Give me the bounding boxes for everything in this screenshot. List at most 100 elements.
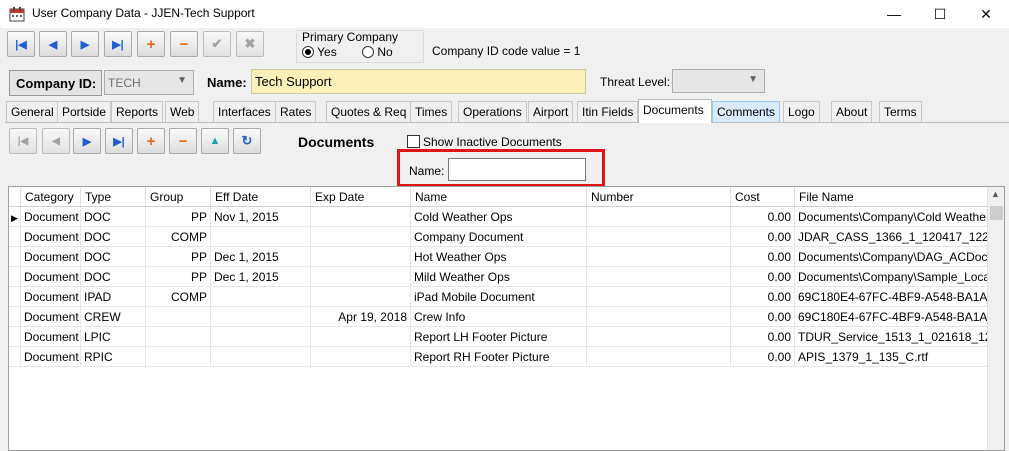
doc-edit-button[interactable]: ▲ — [201, 128, 229, 154]
cell-cost[interactable]: 0.00 — [731, 247, 795, 267]
cell-file-name[interactable]: Documents\Company\Sample_Loca — [795, 267, 989, 287]
cell-file-name[interactable]: 69C180E4-67FC-4BF9-A548-BA1A8F. — [795, 307, 989, 327]
table-row[interactable]: Document DOC COMP Company Document 0.00 JDAR_… — [9, 227, 989, 247]
primary-no-radio[interactable]: No — [362, 45, 393, 59]
cell-exp-date[interactable] — [311, 327, 411, 347]
col-header-file-name[interactable]: File Name — [795, 187, 989, 207]
cancel-record-button[interactable]: ✖ — [236, 31, 264, 57]
tab-itin-fields[interactable]: Itin Fields — [577, 101, 639, 122]
tab-web[interactable]: Web — [165, 101, 200, 122]
tab-times[interactable]: Times — [410, 101, 453, 122]
tab-documents[interactable]: Documents — [638, 99, 712, 123]
show-inactive-checkbox[interactable] — [407, 135, 420, 148]
cell-type[interactable]: DOC — [81, 267, 146, 287]
cell-category[interactable]: Document — [21, 227, 81, 247]
next-record-button[interactable]: ▶ — [71, 31, 99, 57]
cell-category[interactable]: Document — [21, 267, 81, 287]
maximize-button[interactable]: ☐ — [917, 0, 963, 28]
cell-name[interactable]: Mild Weather Ops — [411, 267, 587, 287]
cell-group[interactable] — [146, 307, 211, 327]
doc-first-button[interactable]: |◀ — [9, 128, 37, 154]
cell-type[interactable]: CREW — [81, 307, 146, 327]
col-header-cost[interactable]: Cost — [731, 187, 795, 207]
table-row[interactable]: Document DOC PP Dec 1, 2015 Mild Weather Ops… — [9, 267, 989, 287]
cell-eff-date[interactable] — [211, 327, 311, 347]
cell-eff-date[interactable] — [211, 227, 311, 247]
cell-number[interactable] — [587, 207, 731, 227]
cell-type[interactable]: LPIC — [81, 327, 146, 347]
cell-file-name[interactable]: Documents\Company\DAG_ACDoc — [795, 247, 989, 267]
cell-file-name[interactable]: 69C180E4-67FC-4BF9-A548-BA1A8F. — [795, 287, 989, 307]
name-filter-input[interactable] — [448, 158, 586, 181]
table-row[interactable]: Document RPIC Report RH Footer Picture 0.00… — [9, 347, 989, 367]
cell-exp-date[interactable] — [311, 247, 411, 267]
cell-number[interactable] — [587, 307, 731, 327]
col-header-group[interactable]: Group — [146, 187, 211, 207]
cell-number[interactable] — [587, 347, 731, 367]
doc-next-button[interactable]: ▶ — [73, 128, 101, 154]
minimize-button[interactable]: — — [871, 0, 917, 28]
row-indicator[interactable] — [9, 287, 21, 307]
cell-number[interactable] — [587, 247, 731, 267]
tab-quotes-req[interactable]: Quotes & Req — [326, 101, 412, 122]
cell-exp-date[interactable] — [311, 287, 411, 307]
cell-cost[interactable]: 0.00 — [731, 267, 795, 287]
primary-yes-radio[interactable]: Yes — [302, 45, 337, 59]
tab-operations[interactable]: Operations — [458, 101, 527, 122]
table-row[interactable]: Document LPIC Report LH Footer Picture 0.00… — [9, 327, 989, 347]
table-row[interactable]: Document IPAD COMP iPad Mobile Document 0.00… — [9, 287, 989, 307]
table-row[interactable]: Document DOC PP Dec 1, 2015 Hot Weather Ops 0… — [9, 247, 989, 267]
name-input[interactable]: Tech Support — [251, 69, 586, 94]
col-header-name[interactable]: Name — [411, 187, 587, 207]
scroll-up-icon[interactable]: ▲ — [991, 189, 1000, 199]
row-indicator[interactable] — [9, 247, 21, 267]
doc-delete-button[interactable]: − — [169, 128, 197, 154]
doc-refresh-button[interactable]: ↻ — [233, 128, 261, 154]
cell-group[interactable]: PP — [146, 267, 211, 287]
col-header-eff-date[interactable]: Eff Date — [211, 187, 311, 207]
tab-about[interactable]: About — [831, 101, 873, 122]
cell-group[interactable]: PP — [146, 207, 211, 227]
table-row[interactable]: Document CREW Apr 19, 2018 Crew Info 0.00 69C… — [9, 307, 989, 327]
cell-file-name[interactable]: JDAR_CASS_1366_1_120417_122321.j — [795, 227, 989, 247]
cell-number[interactable] — [587, 327, 731, 347]
cell-eff-date[interactable] — [211, 347, 311, 367]
cell-name[interactable]: Cold Weather Ops — [411, 207, 587, 227]
cell-name[interactable]: Report LH Footer Picture — [411, 327, 587, 347]
cell-category[interactable]: Document — [21, 287, 81, 307]
previous-record-button[interactable]: ◀ — [39, 31, 67, 57]
post-record-button[interactable]: ✔ — [203, 31, 231, 57]
tab-terms[interactable]: Terms — [879, 101, 922, 122]
cell-name[interactable]: Crew Info — [411, 307, 587, 327]
cell-category[interactable]: Document — [21, 247, 81, 267]
row-indicator[interactable] — [9, 267, 21, 287]
cell-number[interactable] — [587, 267, 731, 287]
cell-cost[interactable]: 0.00 — [731, 287, 795, 307]
cell-exp-date[interactable]: Apr 19, 2018 — [311, 307, 411, 327]
cell-exp-date[interactable] — [311, 227, 411, 247]
cell-category[interactable]: Document — [21, 307, 81, 327]
last-record-button[interactable]: ▶| — [104, 31, 132, 57]
row-indicator[interactable] — [9, 227, 21, 247]
cell-name[interactable]: Report RH Footer Picture — [411, 347, 587, 367]
row-indicator[interactable] — [9, 307, 21, 327]
cell-eff-date[interactable]: Dec 1, 2015 — [211, 267, 311, 287]
table-row[interactable]: ▶ Document DOC PP Nov 1, 2015 Cold Weather Op… — [9, 207, 989, 227]
cell-category[interactable]: Document — [21, 347, 81, 367]
cell-number[interactable] — [587, 287, 731, 307]
tab-comments[interactable]: Comments — [712, 101, 781, 122]
first-record-button[interactable]: |◀ — [7, 31, 35, 57]
cell-exp-date[interactable] — [311, 207, 411, 227]
cell-file-name[interactable]: TDUR_Service_1513_1_021618_12243 — [795, 327, 989, 347]
row-indicator[interactable]: ▶ — [9, 207, 21, 227]
col-header-type[interactable]: Type — [81, 187, 146, 207]
doc-last-button[interactable]: ▶| — [105, 128, 133, 154]
threat-level-combo[interactable]: ▼ — [672, 69, 765, 93]
cell-eff-date[interactable] — [211, 287, 311, 307]
cell-type[interactable]: DOC — [81, 227, 146, 247]
cell-group[interactable]: COMP — [146, 227, 211, 247]
cell-eff-date[interactable]: Nov 1, 2015 — [211, 207, 311, 227]
cell-name[interactable]: Hot Weather Ops — [411, 247, 587, 267]
cell-cost[interactable]: 0.00 — [731, 207, 795, 227]
scrollbar-thumb[interactable] — [990, 206, 1003, 220]
